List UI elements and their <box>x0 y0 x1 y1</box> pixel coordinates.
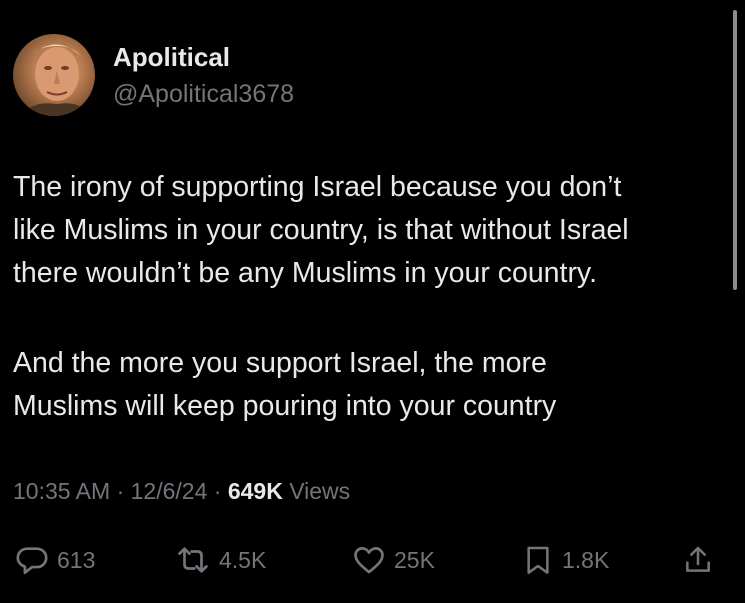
views-count: 649K <box>227 478 283 504</box>
tweet-date[interactable]: 12/6/24 <box>131 478 208 504</box>
avatar[interactable] <box>13 34 95 116</box>
reply-count: 613 <box>57 546 96 573</box>
repost-count: 4.5K <box>219 546 267 573</box>
tweet-text-line: there wouldn’t be any Muslims in your co… <box>13 257 597 289</box>
bookmark-count: 1.8K <box>562 546 610 573</box>
tweet: Apolitical @Apolitical3678 The irony of … <box>0 0 745 603</box>
user-handle[interactable]: @Apolitical3678 <box>113 80 294 109</box>
tweet-text-line: like Muslims in your country, is that wi… <box>13 214 629 246</box>
tweet-text-line: Muslims will keep pouring into your coun… <box>13 390 557 422</box>
action-bar: 613 4.5K 25K 1.8K <box>0 538 745 582</box>
repost-icon <box>175 543 211 577</box>
repost-button[interactable]: 4.5K <box>175 538 266 582</box>
heart-icon <box>352 543 386 577</box>
tweet-text-line: The irony of supporting Israel because y… <box>13 171 622 203</box>
views-label: Views <box>282 478 351 504</box>
share-button[interactable] <box>682 538 714 582</box>
like-count: 25K <box>394 546 435 573</box>
reply-icon <box>15 543 49 577</box>
meta-separator: · <box>207 478 228 504</box>
tweet-text-line: And the more you support Israel, the mor… <box>13 347 547 379</box>
tweet-paragraph-2: And the more you support Israel, the mor… <box>13 342 728 428</box>
bookmark-icon <box>522 543 554 577</box>
meta-separator: · <box>110 478 131 504</box>
bookmark-button[interactable]: 1.8K <box>522 538 609 582</box>
share-icon <box>682 543 714 577</box>
like-button[interactable]: 25K <box>352 538 435 582</box>
tweet-paragraph-1: The irony of supporting Israel because y… <box>13 166 728 295</box>
tweet-meta: 10:35 AM · 12/6/24 · 649K Views <box>13 478 350 505</box>
scrollbar[interactable] <box>733 10 737 290</box>
tweet-time[interactable]: 10:35 AM <box>13 478 110 504</box>
reply-button[interactable]: 613 <box>15 538 95 582</box>
display-name[interactable]: Apolitical <box>113 42 230 73</box>
